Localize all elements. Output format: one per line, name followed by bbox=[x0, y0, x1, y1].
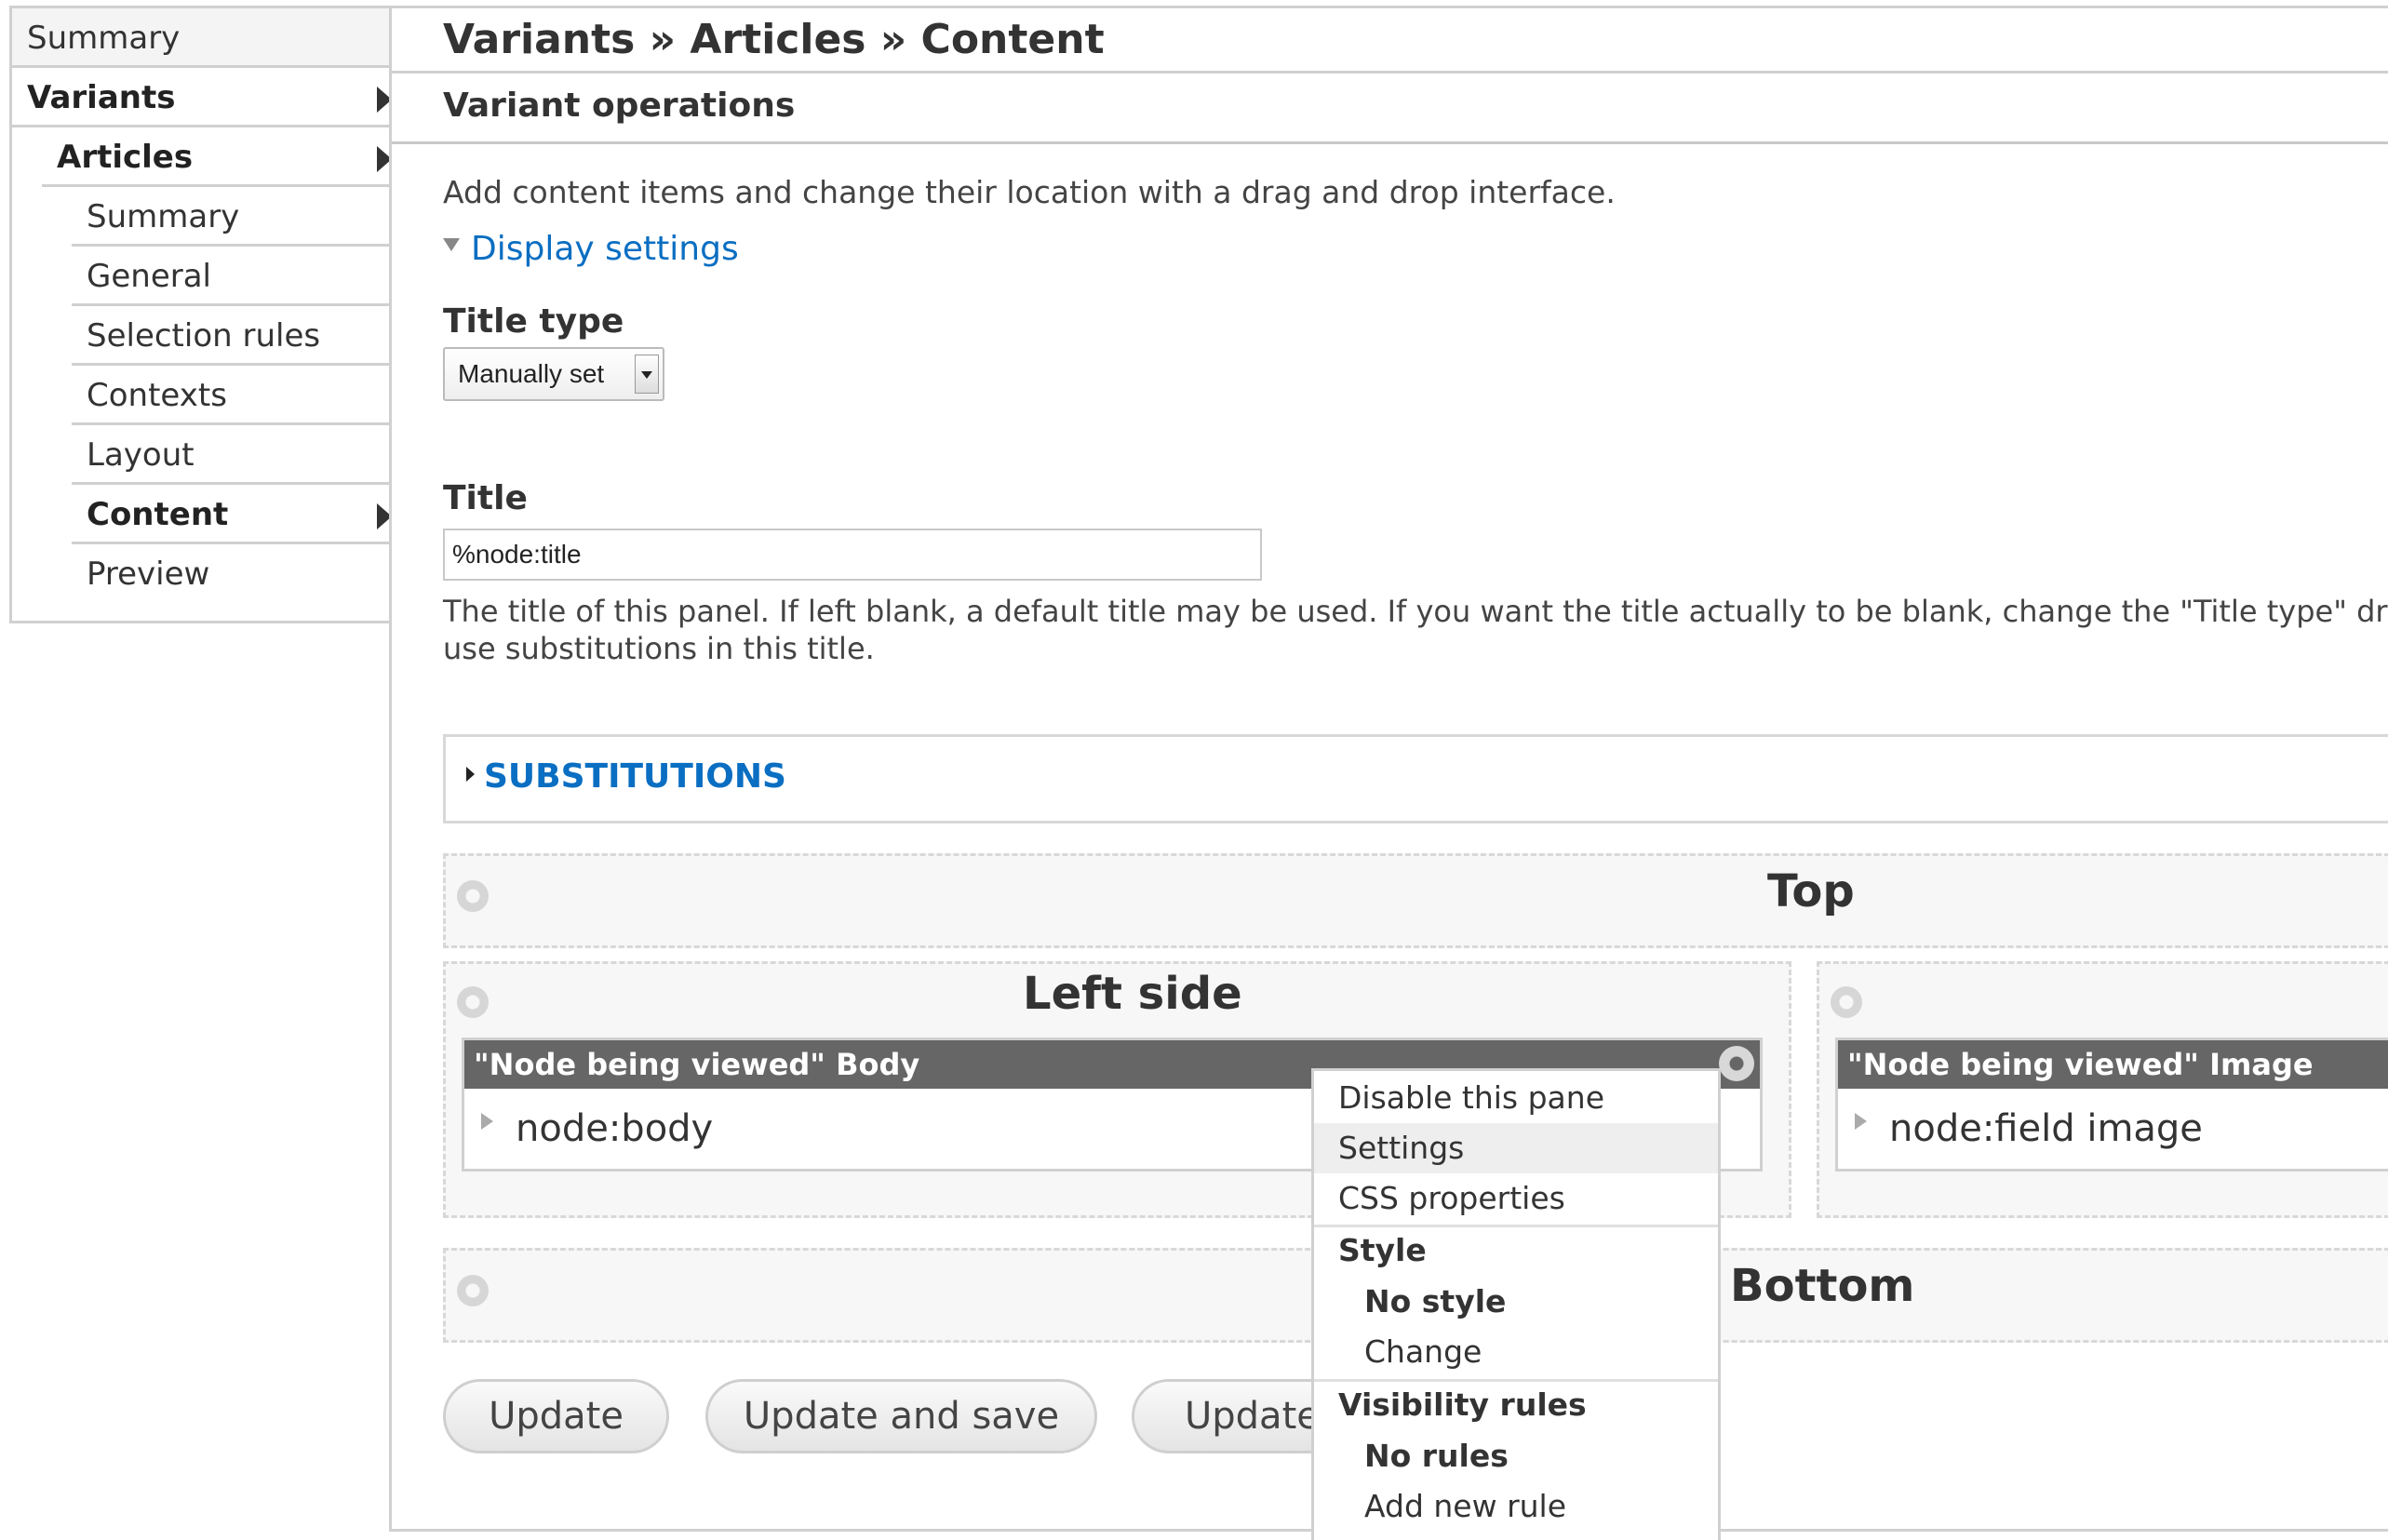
sidebar-item-summary[interactable]: Summary bbox=[12, 8, 392, 68]
divider bbox=[392, 141, 2388, 144]
menu-heading-visibility-rules: Visibility rules bbox=[1338, 1386, 1587, 1423]
sidebar-item-label: Variants bbox=[27, 79, 176, 116]
sidebar-item-contexts[interactable]: Contexts bbox=[72, 366, 392, 425]
page-description: Add content items and change their locat… bbox=[443, 174, 1616, 210]
pane-content: node:field image bbox=[1855, 1107, 2203, 1150]
title-type-value: Manually set bbox=[458, 359, 605, 388]
triangle-down-icon bbox=[443, 238, 460, 251]
update-and-save-button[interactable]: Update and save bbox=[705, 1379, 1097, 1453]
pane-node-image: "Node being viewed" Image node:field ima… bbox=[1835, 1038, 2388, 1172]
substitutions-fieldset: SUBSTITUTIONS bbox=[443, 734, 2388, 824]
menu-item-no-rules: No rules bbox=[1364, 1438, 1509, 1474]
sidebar-item-general[interactable]: General bbox=[72, 247, 392, 306]
gear-icon[interactable] bbox=[457, 1275, 489, 1306]
title-label: Title bbox=[443, 479, 528, 517]
menu-item-change-style[interactable]: Change bbox=[1314, 1327, 1718, 1377]
sidebar-item-label: Summary bbox=[87, 198, 240, 235]
gear-icon[interactable] bbox=[1831, 986, 1862, 1018]
sidebar-item-content[interactable]: Content bbox=[72, 485, 392, 544]
gear-icon[interactable] bbox=[1719, 1046, 1754, 1081]
pane-content-text: node:body bbox=[516, 1107, 714, 1150]
gear-icon[interactable] bbox=[457, 986, 489, 1018]
sidebar-item-label: Summary bbox=[27, 20, 181, 57]
pane-content: node:body bbox=[481, 1107, 713, 1150]
sidebar-item-selection-rules[interactable]: Selection rules bbox=[72, 306, 392, 366]
help-line: use substitutions in this title. bbox=[443, 631, 875, 666]
section-title: Variant operations bbox=[443, 87, 796, 125]
sidebar-item-articles[interactable]: Articles bbox=[42, 127, 392, 187]
triangle-right-icon[interactable] bbox=[1855, 1113, 1867, 1130]
title-help-text: The title of this panel. If left blank, … bbox=[443, 593, 2388, 667]
pane-title-text: "Node being viewed" Body bbox=[474, 1047, 920, 1082]
sidebar-item-label: Selection rules bbox=[87, 317, 321, 355]
substitutions-label: SUBSTITUTIONS bbox=[484, 757, 786, 796]
sidebar: Summary Variants Articles Summary Genera… bbox=[9, 6, 392, 623]
sidebar-item-label: Preview bbox=[87, 556, 210, 593]
sidebar-item-layout[interactable]: Layout bbox=[72, 425, 392, 485]
help-line: The title of this panel. If left blank, … bbox=[443, 594, 2388, 629]
menu-item-disable-pane[interactable]: Disable this pane bbox=[1314, 1073, 1718, 1123]
pane-settings-menu: Disable this pane Settings CSS propertie… bbox=[1311, 1068, 1721, 1540]
title-type-label: Title type bbox=[443, 302, 624, 341]
sidebar-item-variant-summary[interactable]: Summary bbox=[72, 187, 392, 247]
menu-item-add-new-rule[interactable]: Add new rule bbox=[1314, 1481, 1718, 1532]
sidebar-item-label: Layout bbox=[87, 436, 195, 474]
region-title: Top bbox=[1767, 865, 1855, 917]
menu-heading-style: Style bbox=[1338, 1232, 1427, 1268]
triangle-right-icon bbox=[466, 767, 475, 782]
display-settings-toggle[interactable]: Display settings bbox=[443, 230, 739, 268]
substitutions-toggle[interactable]: SUBSTITUTIONS bbox=[466, 757, 786, 796]
menu-item-css-properties[interactable]: CSS properties bbox=[1314, 1173, 1718, 1224]
region-top: Top bbox=[443, 853, 2388, 948]
menu-item-settings[interactable]: Settings bbox=[1314, 1123, 1718, 1173]
sidebar-item-label: Contexts bbox=[87, 377, 227, 414]
sidebar-item-variants[interactable]: Variants bbox=[12, 68, 392, 127]
pane-title[interactable]: "Node being viewed" Image bbox=[1838, 1040, 2388, 1089]
pane-content-text: node:field image bbox=[1889, 1107, 2203, 1150]
triangle-right-icon[interactable] bbox=[481, 1113, 493, 1130]
sidebar-item-label: Articles bbox=[57, 139, 194, 176]
sidebar-item-preview[interactable]: Preview bbox=[72, 544, 392, 604]
title-input[interactable]: %node:title bbox=[443, 529, 1262, 581]
title-type-select[interactable]: Manually set bbox=[443, 347, 664, 401]
region-title: Left side bbox=[1023, 968, 1242, 1020]
divider bbox=[392, 71, 2388, 74]
sidebar-item-label: General bbox=[87, 258, 211, 295]
title-input-value: %node:title bbox=[452, 540, 582, 569]
gear-icon[interactable] bbox=[457, 880, 489, 912]
dropdown-caret-icon bbox=[635, 355, 659, 394]
sidebar-item-label: Content bbox=[87, 496, 229, 533]
region-title: Bottom bbox=[1730, 1260, 1915, 1312]
display-settings-label: Display settings bbox=[471, 230, 739, 268]
pane-title-text: "Node being viewed" Image bbox=[1847, 1047, 2314, 1082]
breadcrumb: Variants » Articles » Content bbox=[443, 16, 1105, 63]
update-button[interactable]: Update bbox=[443, 1379, 669, 1453]
menu-item-no-style[interactable]: No style bbox=[1314, 1277, 1718, 1327]
region-right-side: R "Node being viewed" Image node:field i… bbox=[1817, 961, 2388, 1218]
